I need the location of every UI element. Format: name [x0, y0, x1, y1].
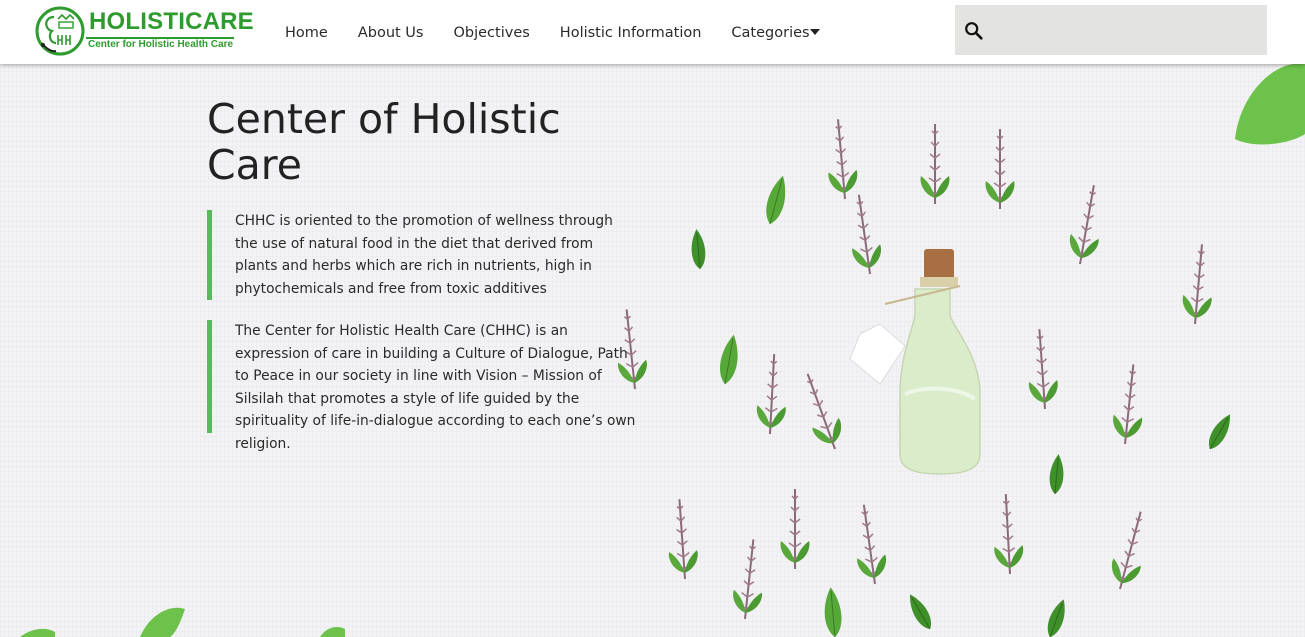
hero-paragraph-2: The Center for Holistic Health Care (CHH… [207, 320, 637, 452]
nav-item-categories[interactable]: Categories [731, 25, 809, 41]
search-box[interactable] [955, 5, 1267, 55]
hero-section [0, 64, 1305, 637]
nav-item-about-us[interactable]: About Us [358, 25, 424, 41]
oil-bottle-image [849, 249, 981, 475]
hero-paragraph-1: CHHC is oriented to the promotion of wel… [207, 210, 637, 300]
search-input[interactable] [993, 13, 1257, 49]
main-nav: Home About Us Objectives Holistic Inform… [285, 22, 840, 44]
site-logo[interactable]: HOLISTICARE Center for Holistic Health C… [34, 5, 254, 57]
nav-item-home[interactable]: Home [285, 25, 328, 41]
logo-name: HOLISTICARE [89, 8, 254, 35]
nav-item-objectives[interactable]: Objectives [453, 25, 529, 41]
site-header: HOLISTICARE Center for Holistic Health C… [0, 0, 1305, 64]
caret-down-icon[interactable] [810, 29, 820, 35]
hero-title: Center of Holistic Care [207, 95, 561, 189]
logo-emblem-icon [35, 6, 85, 56]
herbs-background-image [20, 64, 1305, 637]
logo-tagline: Center for Holistic Health Care [88, 39, 234, 50]
nav-item-holistic-information[interactable]: Holistic Information [560, 25, 702, 41]
search-icon[interactable] [963, 20, 985, 42]
